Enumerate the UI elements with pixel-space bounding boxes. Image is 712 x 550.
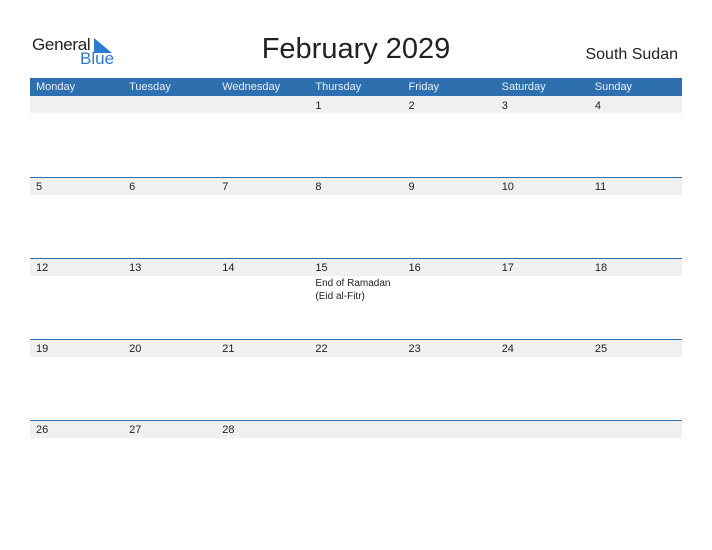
day-cell: 17 <box>496 258 589 339</box>
day-number: 13 <box>129 262 142 274</box>
day-cell <box>216 96 309 177</box>
day-number: 15 <box>315 262 328 274</box>
day-number: 19 <box>36 343 49 355</box>
day-cell: 24 <box>496 339 589 420</box>
day-number: 4 <box>594 100 601 112</box>
week-row: 1 2 3 4 <box>30 96 682 177</box>
day-number: 24 <box>501 343 514 355</box>
weekday-saturday: Saturday <box>501 81 546 93</box>
holiday-label: End of Ramadan (Eid al-Fitr) <box>315 278 391 302</box>
day-cell: 8 <box>309 177 402 258</box>
day-cell: 13 <box>123 258 216 339</box>
day-number: 20 <box>129 343 142 355</box>
weekday-monday: Monday <box>36 81 76 93</box>
day-number: 16 <box>408 262 421 274</box>
day-cell: 11 <box>589 177 682 258</box>
weekday-sunday: Sunday <box>594 81 633 93</box>
day-number: 10 <box>501 181 514 193</box>
day-cell: 14 <box>216 258 309 339</box>
day-cell: 25 <box>589 339 682 420</box>
day-number: 26 <box>36 424 49 436</box>
week-row: 19 20 21 22 23 24 25 <box>30 339 682 420</box>
day-number: 1 <box>315 100 322 112</box>
day-number: 18 <box>594 262 608 274</box>
day-cell: 18 <box>589 258 682 339</box>
day-cell: 3 <box>496 96 589 177</box>
day-number: 7 <box>222 181 229 193</box>
day-cell: 19 <box>30 339 123 420</box>
day-number: 5 <box>36 181 43 193</box>
weekday-friday: Friday <box>408 81 440 93</box>
day-cell: 10 <box>496 177 589 258</box>
day-number: 17 <box>501 262 514 274</box>
day-cell: 21 <box>216 339 309 420</box>
day-number: 25 <box>594 343 608 355</box>
day-number: 12 <box>36 262 49 274</box>
weekday-wednesday: Wednesday <box>222 81 281 93</box>
day-number: 23 <box>408 343 421 355</box>
country-label: South Sudan <box>585 46 678 63</box>
day-number: 21 <box>222 343 235 355</box>
day-cell <box>309 420 402 501</box>
day-number: 3 <box>501 100 508 112</box>
day-cell: 5 <box>30 177 123 258</box>
day-number: 8 <box>315 181 322 193</box>
day-cell: 6 <box>123 177 216 258</box>
day-number: 22 <box>315 343 328 355</box>
day-cell: 2 <box>403 96 496 177</box>
day-cell: 26 <box>30 420 123 501</box>
day-number: 9 <box>408 181 415 193</box>
day-number: 11 <box>594 181 607 193</box>
day-cell: 22 <box>309 339 402 420</box>
day-number: 28 <box>222 424 235 436</box>
day-cell: 16 <box>403 258 496 339</box>
day-cell <box>123 96 216 177</box>
day-cell <box>496 420 589 501</box>
week-row: 26 27 28 <box>30 420 682 501</box>
weekday-tuesday: Tuesday <box>129 81 171 93</box>
day-cell: 27 <box>123 420 216 501</box>
day-cell: 1 <box>309 96 402 177</box>
day-cell: 28 <box>216 420 309 501</box>
day-cell <box>30 96 123 177</box>
day-cell: 7 <box>216 177 309 258</box>
day-number: 14 <box>222 262 235 274</box>
day-cell: 23 <box>403 339 496 420</box>
day-cell: 4 <box>589 96 682 177</box>
week-row: 5 6 7 8 9 10 11 <box>30 177 682 258</box>
day-cell: 9 <box>403 177 496 258</box>
day-number: 6 <box>129 181 136 193</box>
week-row: 12 13 14 15 End of Ramadan (Eid al-Fitr) 16 17… <box>30 258 682 339</box>
day-number: 2 <box>408 100 415 112</box>
weekday-header: Monday Tuesday Wednesday Thursday Friday… <box>30 78 682 96</box>
weekday-thursday: Thursday <box>315 81 362 93</box>
day-cell: 12 <box>30 258 123 339</box>
day-cell: 20 <box>123 339 216 420</box>
day-cell <box>403 420 496 501</box>
day-cell: 15 End of Ramadan (Eid al-Fitr) <box>309 258 402 339</box>
day-cell <box>589 420 682 501</box>
day-number: 27 <box>129 424 142 436</box>
